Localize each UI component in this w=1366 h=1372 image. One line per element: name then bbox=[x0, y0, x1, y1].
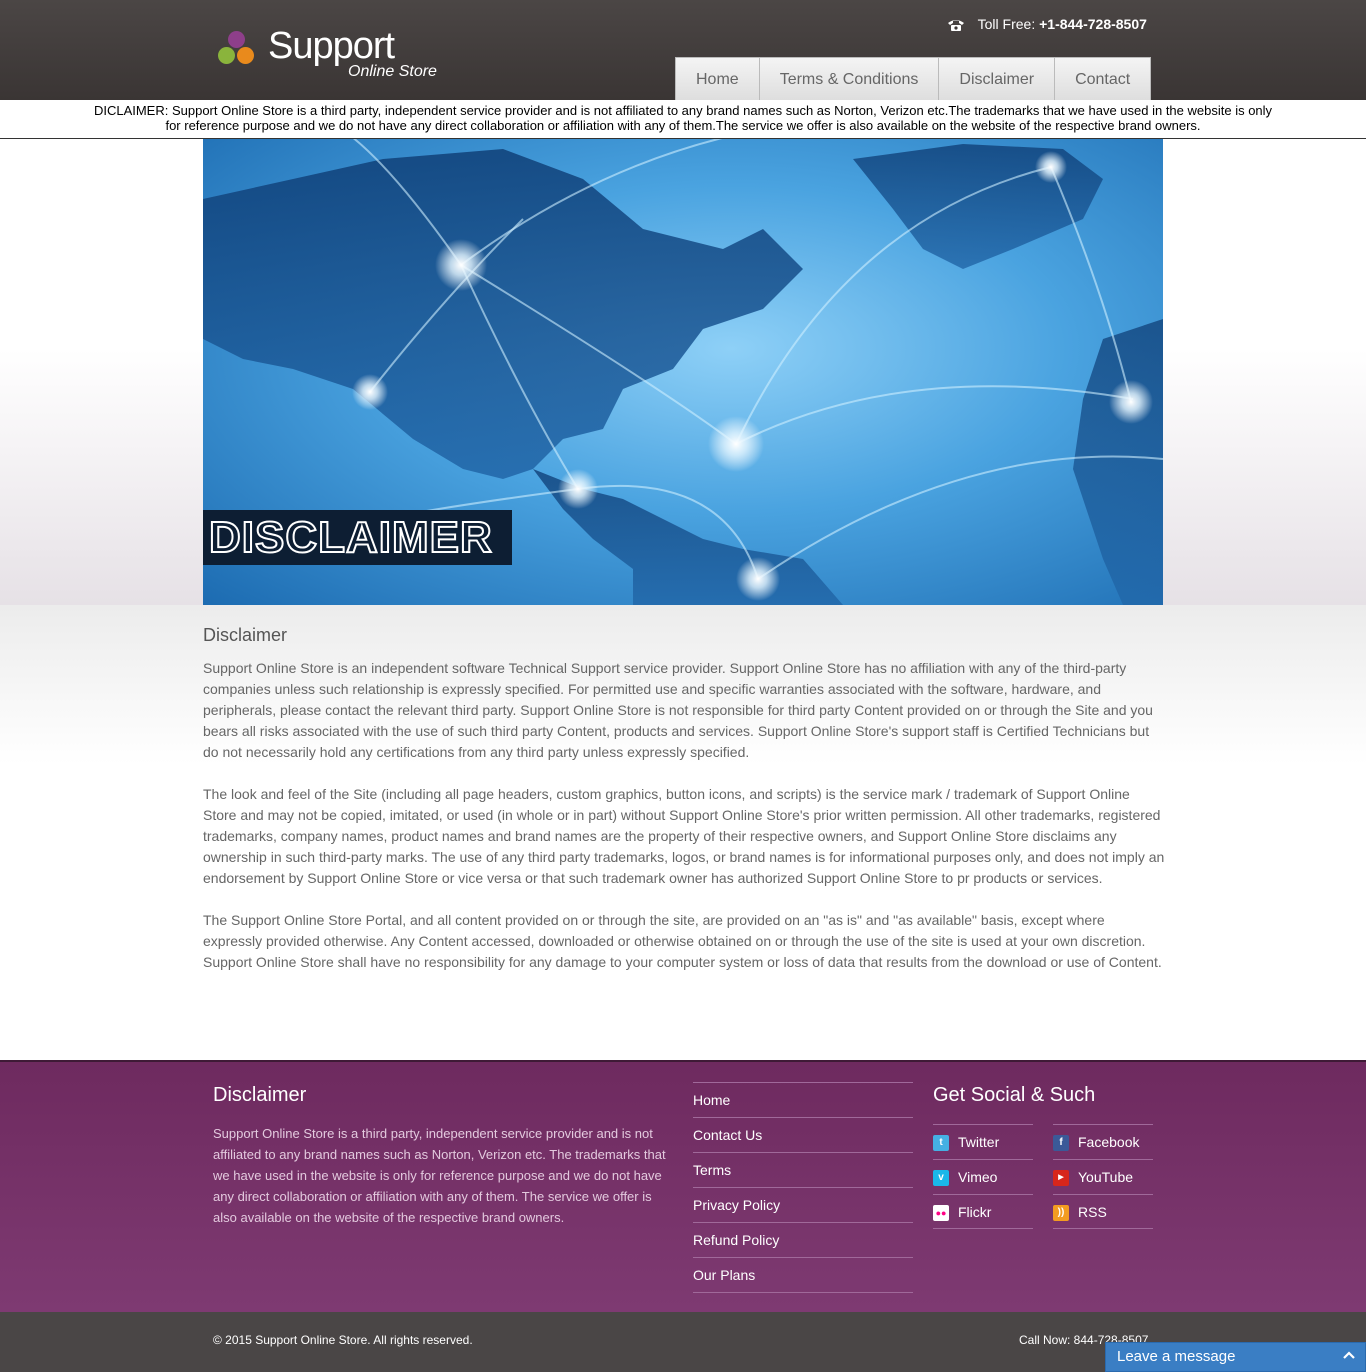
nav-contact[interactable]: Contact bbox=[1055, 57, 1152, 100]
vimeo-icon: v bbox=[933, 1170, 949, 1187]
logo[interactable]: Support Online Store bbox=[218, 25, 458, 88]
logo-subtitle: Online Store bbox=[348, 63, 437, 80]
social-rss-label: RSS bbox=[1078, 1204, 1107, 1220]
nav-home[interactable]: Home bbox=[675, 57, 760, 100]
site-footer: Disclaimer Support Online Store is a thi… bbox=[0, 1060, 1366, 1312]
social-youtube-label: YouTube bbox=[1078, 1169, 1134, 1185]
logo-dot-orange bbox=[237, 47, 254, 64]
main-nav: Home Terms & Conditions Disclaimer Conta… bbox=[675, 57, 1152, 100]
social-twitter[interactable]: t Twitter bbox=[933, 1124, 1033, 1159]
footer-link-terms[interactable]: Terms bbox=[693, 1153, 913, 1188]
toll-free-label: Toll Free: bbox=[977, 16, 1036, 32]
nav-terms-conditions[interactable]: Terms & Conditions bbox=[759, 57, 940, 100]
chat-label: Leave a message bbox=[1117, 1348, 1236, 1365]
footer-link-refund-policy[interactable]: Refund Policy bbox=[693, 1223, 913, 1258]
social-facebook-label: Facebook bbox=[1078, 1134, 1140, 1150]
social-twitter-label: Twitter bbox=[958, 1134, 1000, 1150]
chevron-up-icon[interactable] bbox=[1341, 1347, 1357, 1363]
content-paragraph-1: Support Online Store is an independent s… bbox=[203, 660, 1153, 760]
footer-disclaimer-title: Disclaimer bbox=[213, 1084, 307, 1106]
social-divider-left bbox=[933, 1228, 1033, 1229]
flickr-icon: ●● bbox=[933, 1205, 949, 1222]
page-title: Disclaimer bbox=[203, 625, 288, 645]
content-paragraph-2: The look and feel of the Site (including… bbox=[203, 786, 1165, 886]
banner-label-box: DISCLAIMER bbox=[203, 510, 512, 565]
content-paragraph-3: The Support Online Store Portal, and all… bbox=[203, 912, 1162, 970]
footer-link-home[interactable]: Home bbox=[693, 1083, 913, 1118]
copyright: © 2015 Support Online Store. All rights … bbox=[213, 1333, 473, 1347]
social-facebook[interactable]: f Facebook bbox=[1053, 1124, 1153, 1159]
banner-image: DISCLAIMER bbox=[203, 139, 1163, 605]
social-rss[interactable]: )) RSS bbox=[1053, 1194, 1153, 1229]
logo-dot-purple bbox=[228, 31, 245, 48]
toll-free: Toll Free: +1-844-728-8507 bbox=[946, 16, 1147, 36]
social-vimeo-label: Vimeo bbox=[958, 1169, 998, 1185]
logo-title: Support bbox=[268, 25, 395, 67]
site-header: Support Online Store Toll Free: +1-844-7… bbox=[0, 0, 1366, 100]
logo-dot-green bbox=[218, 47, 235, 64]
footer-link-contact-us[interactable]: Contact Us bbox=[693, 1118, 913, 1153]
nav-disclaimer[interactable]: Disclaimer bbox=[939, 57, 1056, 100]
footer-links: Home Contact Us Terms Privacy Policy Ref… bbox=[693, 1082, 913, 1293]
social-flickr-label: Flickr bbox=[958, 1204, 992, 1220]
social-title: Get Social & Such bbox=[933, 1084, 1096, 1106]
main-content: Disclaimer Support Online Store is an in… bbox=[203, 625, 1165, 994]
chat-widget[interactable]: Leave a message bbox=[1105, 1342, 1366, 1372]
footer-link-privacy-policy[interactable]: Privacy Policy bbox=[693, 1188, 913, 1223]
youtube-icon: ▶ bbox=[1053, 1170, 1069, 1187]
social-youtube[interactable]: ▶ YouTube bbox=[1053, 1159, 1153, 1194]
social-vimeo[interactable]: v Vimeo bbox=[933, 1159, 1033, 1194]
social-flickr[interactable]: ●● Flickr bbox=[933, 1194, 1033, 1229]
banner-label: DISCLAIMER bbox=[208, 512, 493, 563]
top-disclaimer: DICLAIMER: Support Online Store is a thi… bbox=[0, 100, 1366, 139]
facebook-icon: f bbox=[1053, 1135, 1069, 1152]
rss-icon: )) bbox=[1053, 1205, 1069, 1222]
twitter-icon: t bbox=[933, 1135, 949, 1152]
toll-free-number[interactable]: +1-844-728-8507 bbox=[1039, 16, 1147, 32]
footer-disclaimer: Disclaimer Support Online Store is a thi… bbox=[213, 1084, 678, 1228]
social-divider-right bbox=[1053, 1228, 1153, 1229]
footer-link-our-plans[interactable]: Our Plans bbox=[693, 1258, 913, 1293]
phone-icon bbox=[948, 20, 964, 32]
footer-disclaimer-text: Support Online Store is a third party, i… bbox=[213, 1126, 666, 1225]
